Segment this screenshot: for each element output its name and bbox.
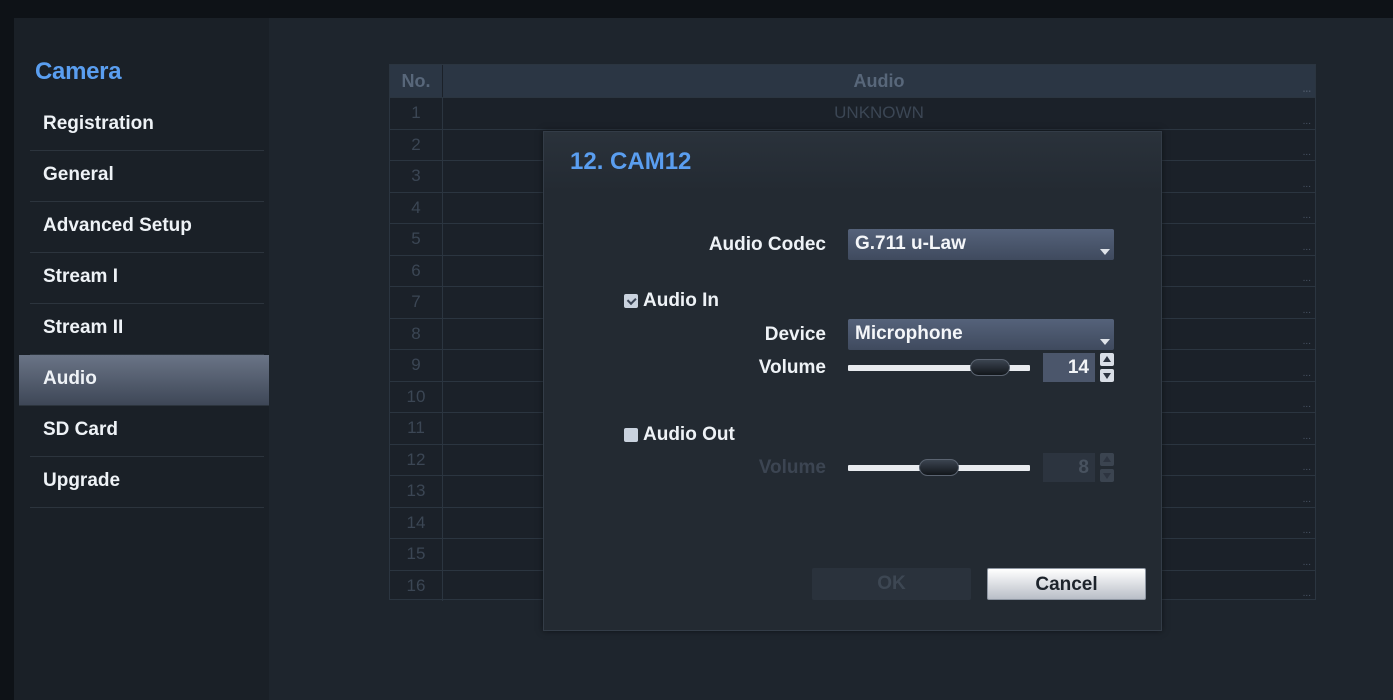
sidebar-item-audio[interactable]: Audio [19,355,269,406]
more-icon[interactable]: ... [1303,589,1311,599]
table-row[interactable]: 1 UNKNOWN... [390,97,1315,129]
arrow-down-icon [1103,373,1111,379]
row-number: 9 [390,350,443,381]
audio-codec-select[interactable]: G.711 u-Law [848,229,1114,260]
audio-codec-value: G.711 u-Law [855,233,966,254]
more-icon[interactable]: ... [1303,179,1311,190]
table-header: No. Audio ... [390,65,1315,97]
sidebar-item-registration[interactable]: Registration [30,100,264,151]
row-number: 12 [390,444,443,475]
row-number: 5 [390,224,443,255]
more-icon[interactable]: ... [1303,463,1311,473]
row-number: 13 [390,476,443,507]
audio-in-checkbox[interactable] [624,294,638,308]
row-number: 6 [390,255,443,286]
more-icon[interactable]: ... [1303,494,1311,505]
sidebar-item-advanced-setup[interactable]: Advanced Setup [30,202,264,253]
row-number: 2 [390,129,443,160]
more-icon[interactable]: ... [1303,211,1311,221]
row-number: 8 [390,318,443,349]
audio-codec-label: Audio Codec [708,234,826,255]
sidebar-item-upgrade[interactable]: Upgrade [30,457,264,508]
more-icon[interactable]: ... [1303,274,1311,284]
row-number: 10 [390,381,443,412]
row-number: 14 [390,507,443,538]
row-number: 11 [390,413,443,444]
sidebar-item-stream-2[interactable]: Stream II [30,304,264,355]
row-number: 15 [390,539,443,570]
audio-in-volume-label: Volume [758,357,826,378]
audio-out-volume-input[interactable]: 8 [1043,453,1095,482]
sidebar-item-general[interactable]: General [30,151,264,202]
row-number: 7 [390,287,443,318]
volume-up-button-disabled[interactable] [1100,453,1114,466]
device-select[interactable]: Microphone [848,319,1114,350]
sidebar-item-stream-1[interactable]: Stream I [30,253,264,304]
row-number: 3 [390,161,443,192]
audio-in-volume-handle[interactable] [970,359,1010,376]
sidebar-item-sd-card[interactable]: SD Card [30,406,264,457]
device-label: Device [764,324,826,345]
audio-in-volume-input[interactable]: 14 [1043,353,1095,382]
volume-up-button[interactable] [1100,353,1114,366]
more-icon[interactable]: ... [1303,557,1311,568]
sidebar-menu: Registration General Advanced Setup Stre… [19,100,269,508]
audio-out-volume-label: Volume [758,457,826,478]
row-number: 1 [390,98,443,129]
row-audio-cell: UNKNOWN... [443,98,1315,129]
ok-button[interactable]: OK [812,568,971,600]
more-icon[interactable]: ... [1303,337,1311,347]
arrow-up-icon [1103,456,1111,462]
more-icon[interactable]: ... [1303,305,1311,316]
column-header-audio[interactable]: Audio ... [443,65,1315,97]
volume-down-button-disabled[interactable] [1100,469,1114,482]
device-value: Microphone [855,323,963,344]
arrow-down-icon [1103,473,1111,479]
cancel-button[interactable]: Cancel [987,568,1146,600]
more-icon[interactable]: ... [1303,431,1311,442]
chevron-down-icon [1100,339,1110,345]
row-number: 4 [390,192,443,223]
chevron-down-icon [1100,249,1110,255]
audio-out-checkbox[interactable] [624,428,638,442]
column-header-no[interactable]: No. [390,65,443,97]
audio-settings-dialog: 12. CAM12 Audio Codec G.711 u-Law Audio … [543,131,1162,631]
more-icon[interactable]: ... [1303,242,1311,253]
more-icon[interactable]: ... [1303,400,1311,410]
row-number: 16 [390,570,443,601]
audio-out-volume-handle[interactable] [919,459,959,476]
more-icon[interactable]: ... [1303,526,1311,536]
column-header-audio-label: Audio [853,71,905,91]
row-audio-value: UNKNOWN [834,103,924,122]
arrow-up-icon [1103,356,1111,362]
dialog-title: 12. CAM12 [570,148,692,175]
sidebar-title: Camera [35,58,122,85]
audio-in-label: Audio In [643,290,719,311]
more-icon[interactable]: ... [1303,85,1311,95]
more-icon[interactable]: ... [1303,116,1311,127]
audio-out-label: Audio Out [643,424,735,445]
more-icon[interactable]: ... [1303,148,1311,158]
volume-down-button[interactable] [1100,369,1114,382]
more-icon[interactable]: ... [1303,368,1311,379]
